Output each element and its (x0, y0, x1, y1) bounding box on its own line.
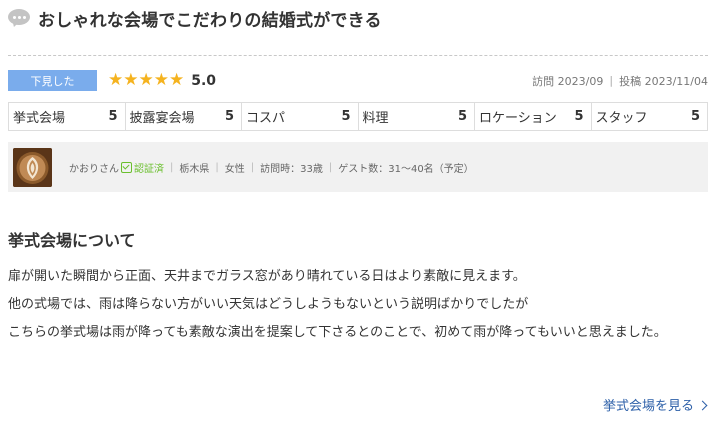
review-paragraph: 扉が開いた瞬間から正面、天井までガラス窓があり晴れている日はより素敵に見えます。 (8, 269, 526, 284)
verified-label: 認証済 (134, 163, 164, 175)
review-paragraph: 他の式場では、雨は降らない方がいい天気はどうしようもないという説明ばかりでしたが (8, 297, 529, 312)
info-separator: | (215, 161, 219, 173)
date-separator: | (609, 74, 614, 87)
visit-date: 訪問 2023/09 (532, 74, 604, 88)
rating-label: スタッフ (595, 111, 648, 126)
reviewer-gender: 女性 (224, 163, 245, 175)
star-icon: ★ (123, 70, 139, 90)
star-rating: ★ ★ ★ ★ ★ 5.0 (108, 70, 216, 91)
verified-check-icon (121, 161, 132, 173)
divider (8, 55, 708, 56)
rating-cell: ロケーション 5 (474, 103, 591, 130)
star-icon: ★ (153, 70, 169, 90)
verified-badge: 認証済 (121, 160, 164, 175)
rating-cell: 挙式会場 5 (9, 103, 125, 130)
star-icon: ★ (169, 70, 185, 90)
avatar (13, 147, 52, 187)
rating-value: 5 (690, 109, 700, 124)
rating-value: 5 (341, 109, 351, 124)
rating-cell: 料理 5 (357, 103, 475, 130)
reviewer-visit-age: 訪問時：33歳 (260, 163, 323, 175)
review-body: 扉が開いた瞬間から正面、天井までガラス窓があり晴れている日はより素敵に見えます。… (8, 263, 710, 347)
reviewer-name: かおりさん (69, 163, 119, 175)
info-separator: | (328, 161, 333, 173)
view-venue-link[interactable]: 挙式会場を見る (603, 395, 708, 414)
reviewer-info: かおりさん 認証済 | 栃木県 | 女性 | 訪問時：33歳 | ゲスト数：31… (8, 142, 708, 192)
overall-score: 5.0 (191, 72, 217, 89)
rating-value: 5 (457, 109, 467, 124)
info-separator: | (170, 161, 174, 173)
rating-cell: 披露宴会場 5 (124, 103, 242, 130)
speech-bubble-icon (8, 9, 30, 29)
review-dates: 訪問 2023/09 | 投稿 2023/11/04 (532, 70, 708, 91)
review-title-row: おしゃれな会場でこだわりの結婚式ができる (8, 7, 382, 31)
star-icon: ★ (108, 70, 124, 90)
rating-value: 5 (574, 109, 584, 124)
info-separator: | (250, 161, 255, 173)
section-heading: 挙式会場について (8, 231, 136, 250)
rating-cell: スタッフ 5 (590, 103, 708, 130)
view-venue-link-label[interactable]: 挙式会場を見る (603, 395, 694, 414)
reviewer-prefecture: 栃木県 (179, 163, 210, 175)
rating-label: 挙式会場 (13, 111, 66, 126)
rating-value: 5 (108, 109, 118, 124)
review-title: おしゃれな会場でこだわりの結婚式ができる (38, 10, 382, 31)
reviewer-details: かおりさん 認証済 | 栃木県 | 女性 | 訪問時：33歳 | ゲスト数：31… (69, 160, 474, 175)
star-icon: ★ (138, 70, 154, 90)
chevron-right-icon (697, 400, 708, 410)
rating-label: 披露宴会場 (129, 111, 195, 126)
review-paragraph: こちらの挙式場は雨が降っても素敵な演出を提案して下さるとのことで、初めて雨が降っ… (8, 325, 667, 340)
reviewer-guests: ゲスト数：31～40名（予定） (338, 163, 474, 175)
status-badge: 下見した (8, 70, 97, 91)
category-ratings: 挙式会場 5 披露宴会場 5 コスパ 5 料理 5 ロケーション 5 スタッフ … (8, 102, 708, 131)
post-date: 投稿 2023/11/04 (619, 74, 708, 88)
rating-label: ロケーション (479, 111, 557, 126)
rating-label: 料理 (362, 111, 389, 126)
rating-value: 5 (224, 109, 234, 124)
review-meta: 下見した ★ ★ ★ ★ ★ 5.0 訪問 2023/09 | 投稿 2023/… (8, 70, 708, 92)
rating-cell: コスパ 5 (241, 103, 358, 130)
rating-label: コスパ (246, 111, 286, 126)
